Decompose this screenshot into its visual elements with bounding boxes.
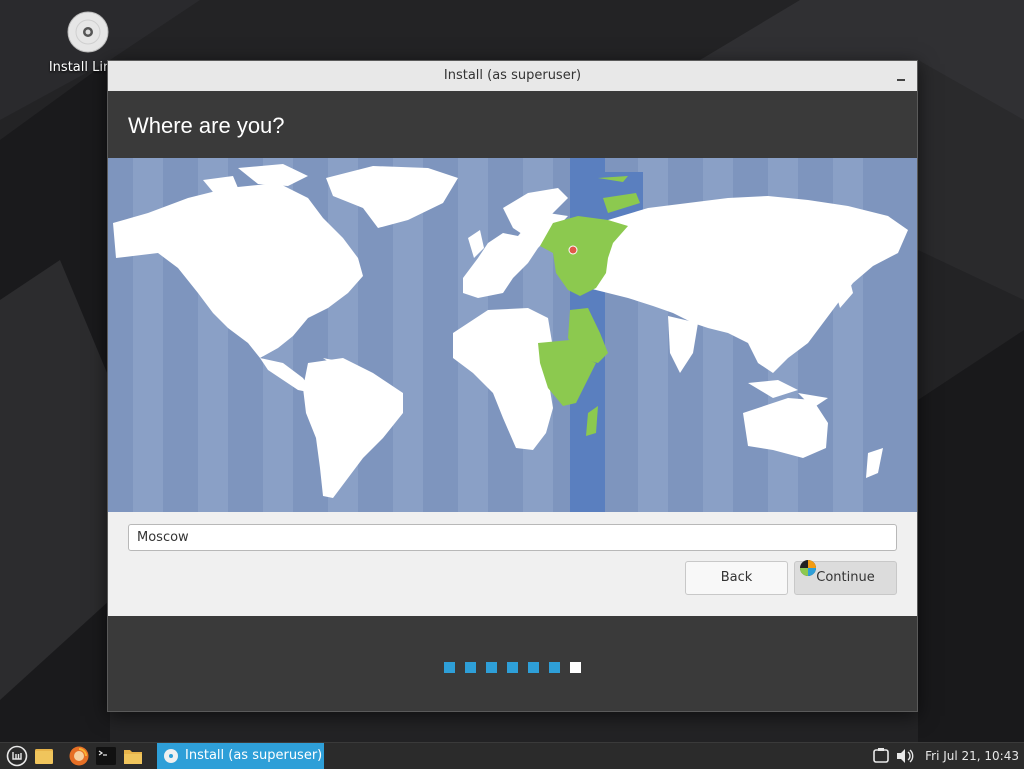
step-indicator (444, 662, 455, 673)
city-input[interactable] (128, 524, 897, 551)
installer-window: Install (as superuser) Where are you? Mo… (107, 60, 918, 712)
firefox-icon[interactable] (68, 745, 90, 767)
clock[interactable]: Fri Jul 21, 10:43 (925, 743, 1019, 769)
step-indicator (549, 662, 560, 673)
network-icon[interactable] (872, 747, 890, 765)
step-indicator-current (570, 662, 581, 673)
taskbar: Install (as superuser) Fri Jul 21, 10:43 (0, 742, 1024, 769)
files-icon[interactable] (33, 745, 55, 767)
location-pin-icon[interactable] (568, 245, 578, 255)
minimize-button[interactable] (891, 66, 911, 86)
terminal-icon[interactable] (95, 745, 117, 767)
volume-icon[interactable] (895, 747, 915, 765)
menu-icon[interactable] (6, 745, 28, 767)
step-progress (108, 658, 917, 677)
window-title: Install (as superuser) (443, 68, 582, 83)
back-button[interactable]: Back (685, 561, 788, 595)
window-titlebar[interactable]: Install (as superuser) (108, 61, 917, 92)
step-indicator (507, 662, 518, 673)
disc-icon (164, 749, 178, 763)
step-indicator (486, 662, 497, 673)
world-map[interactable] (108, 158, 917, 512)
timezone-map[interactable] (108, 158, 917, 512)
disc-icon (67, 11, 109, 53)
folder-icon[interactable] (122, 745, 144, 767)
step-indicator (465, 662, 476, 673)
wizard-footer (108, 616, 917, 711)
page-title: Where are you? (128, 113, 285, 138)
taskbar-window-installer[interactable]: Install (as superuser) (157, 743, 324, 769)
busy-cursor-icon (800, 560, 816, 576)
step-indicator (528, 662, 539, 673)
page-header: Where are you? (108, 91, 917, 158)
taskbar-window-label: Install (as superuser) (185, 748, 323, 763)
